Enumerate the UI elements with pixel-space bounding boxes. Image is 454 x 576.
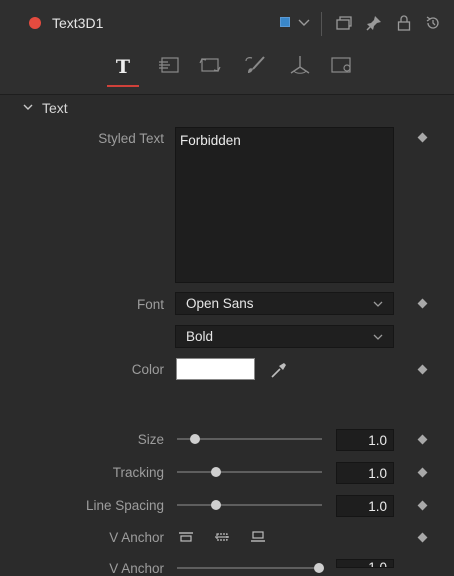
next-row-label: V Anchor (109, 561, 164, 576)
inspector-tab-bar (0, 48, 454, 95)
versions-icon[interactable] (335, 14, 353, 32)
line-spacing-slider[interactable] (177, 504, 322, 506)
styled-text-label: Styled Text (98, 131, 164, 146)
lock-icon[interactable] (395, 14, 413, 32)
eyedropper-icon[interactable] (270, 361, 288, 384)
chevron-down-icon (373, 296, 383, 311)
pin-icon[interactable] (365, 14, 383, 32)
line-spacing-input[interactable]: 1.0 (336, 495, 394, 517)
line-spacing-label: Line Spacing (85, 498, 164, 513)
tab-shading[interactable] (240, 52, 270, 82)
header-divider (321, 12, 322, 36)
font-family-value: Open Sans (186, 296, 254, 311)
section-title[interactable]: Text (42, 100, 68, 116)
transform-icon (198, 55, 222, 80)
tracking-slider[interactable] (177, 471, 322, 473)
keyframe-diamond-icon[interactable] (417, 298, 428, 309)
tab-settings[interactable] (327, 52, 357, 82)
font-family-select[interactable]: Open Sans (175, 292, 394, 315)
v-anchor-label: V Anchor (109, 530, 164, 545)
axis-3d-icon (288, 54, 312, 81)
styled-text-input[interactable]: Forbidden (175, 127, 394, 283)
tracking-label: Tracking (112, 465, 164, 480)
font-label: Font (136, 297, 164, 312)
keyframe-diamond-icon[interactable] (417, 532, 428, 543)
tab-layout[interactable] (154, 52, 184, 82)
reset-icon[interactable] (424, 14, 442, 32)
tracking-slider-handle[interactable] (211, 467, 221, 477)
chevron-down-icon[interactable] (295, 14, 313, 32)
tab-transform[interactable] (195, 52, 225, 82)
keyframe-diamond-icon[interactable] (417, 467, 428, 478)
tab-text[interactable]: T (108, 52, 138, 82)
section-chevron-icon[interactable] (22, 100, 34, 119)
anchor-top-icon[interactable] (176, 529, 196, 545)
text-icon: T (115, 56, 131, 78)
size-input[interactable]: 1.0 (336, 429, 394, 451)
size-label: Size (137, 432, 164, 447)
next-row-slider[interactable] (177, 567, 322, 569)
node-title: Text3D1 (52, 15, 104, 31)
shading-icon (244, 55, 266, 80)
next-row-slider-handle[interactable] (314, 563, 324, 573)
keyframe-diamond-icon[interactable] (417, 132, 428, 143)
color-swatch[interactable] (176, 358, 255, 380)
anchor-bottom-icon[interactable] (248, 529, 268, 545)
keyframe-diamond-icon[interactable] (417, 364, 428, 375)
font-style-value: Bold (186, 329, 214, 344)
line-spacing-slider-handle[interactable] (211, 500, 221, 510)
chevron-down-icon (373, 329, 383, 344)
layout-icon (158, 56, 180, 79)
tab-3d[interactable] (285, 52, 315, 82)
font-style-select[interactable]: Bold (175, 325, 394, 348)
active-tab-indicator (107, 85, 139, 87)
node-toggle-button[interactable] (29, 17, 41, 29)
next-row-input[interactable]: 1.0 (336, 559, 394, 568)
keyframe-diamond-icon[interactable] (417, 500, 428, 511)
tracking-input[interactable]: 1.0 (336, 462, 394, 484)
keyframe-diamond-icon[interactable] (417, 434, 428, 445)
settings-icon (330, 55, 354, 80)
node-color-chip[interactable] (280, 17, 290, 27)
color-label: Color (131, 362, 164, 377)
size-slider-handle[interactable] (190, 434, 200, 444)
anchor-middle-icon[interactable] (212, 529, 232, 545)
